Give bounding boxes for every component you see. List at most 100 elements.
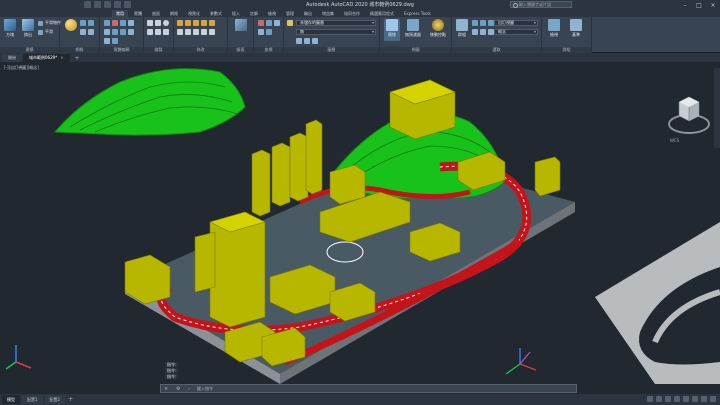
layer-properties-icon[interactable]	[287, 20, 293, 26]
shell-icon[interactable]	[104, 29, 110, 35]
layout-tab[interactable]: 配置2	[44, 395, 66, 404]
pan-icon[interactable]	[480, 29, 486, 35]
fillet-edge-icon[interactable]	[112, 29, 118, 35]
wcs-label[interactable]: WCS	[670, 138, 679, 143]
command-input[interactable]: 鍵入指令	[197, 386, 576, 392]
search-input[interactable]: 輸入關鍵字或片語	[510, 1, 572, 8]
group-button[interactable]: 群組	[454, 19, 470, 38]
rectangle-icon[interactable]	[155, 29, 161, 35]
layer-state-dropdown[interactable]: 未儲存的圖層	[296, 20, 376, 26]
no-filter-button[interactable]: 無過濾器	[402, 19, 424, 38]
wrench-icon[interactable]: ⚙	[176, 386, 182, 392]
minimize-button[interactable]: –	[678, 0, 692, 10]
layer-dropdown[interactable]: 無	[296, 29, 376, 35]
visual-style-icon[interactable]	[472, 20, 478, 26]
ribbon-tab[interactable]: 插入	[228, 10, 244, 17]
smooth-button[interactable]: 平滑	[38, 29, 53, 35]
array-icon[interactable]	[209, 29, 215, 35]
section-plane-button[interactable]	[233, 19, 249, 31]
annotation-scale-icon[interactable]	[692, 396, 698, 402]
move-gizmo-button[interactable]: 移動控點	[426, 19, 450, 38]
mesh-refine-icon[interactable]	[88, 20, 94, 26]
view-dropdown[interactable]: 自訂視圖	[494, 20, 538, 26]
layout-tab[interactable]: 模型	[2, 395, 20, 404]
ucs-world-icon[interactable]	[266, 20, 272, 26]
explode-icon[interactable]	[201, 29, 207, 35]
ribbon-tab[interactable]: 實體	[130, 10, 146, 17]
extract-edges-icon[interactable]	[128, 29, 134, 35]
polyline-icon[interactable]	[155, 20, 161, 26]
ribbon-tab[interactable]: 檢視	[264, 10, 280, 17]
ribbon-tab[interactable]: 輸出	[300, 10, 316, 17]
ribbon-tab[interactable]: 常用	[112, 10, 128, 17]
circle-icon[interactable]	[163, 20, 169, 26]
layer-freeze-icon[interactable]	[304, 38, 310, 44]
command-line[interactable]: × ⚙ › 鍵入指令	[160, 384, 577, 393]
add-layout-icon[interactable]: +	[68, 396, 73, 403]
close-icon[interactable]: ×	[164, 386, 170, 392]
view-button[interactable]: 檢視	[546, 19, 562, 38]
move-icon[interactable]	[177, 20, 183, 26]
scale-icon[interactable]	[209, 20, 215, 26]
ribbon-tab[interactable]: 視覺化	[184, 10, 204, 17]
snap-toggle-icon[interactable]	[656, 396, 662, 402]
ribbon-tab[interactable]: Express Tools	[400, 10, 435, 17]
close-tab-icon[interactable]: ×	[60, 55, 63, 60]
viewport-controls-label[interactable]: [-][自訂視圖][概念]	[4, 65, 39, 71]
ortho-toggle-icon[interactable]	[665, 396, 671, 402]
doc-tab[interactable]: 城市範例0629* ×	[23, 54, 70, 62]
drawing-viewport[interactable]: [-][自訂視圖][概念] WCS 指令: 指令: 指令:	[0, 62, 720, 384]
stretch-icon[interactable]	[177, 29, 183, 35]
orbit-icon[interactable]	[472, 29, 478, 35]
box-button[interactable]: 方塊	[2, 19, 18, 38]
subtract-icon[interactable]	[112, 20, 118, 26]
workspace-icon[interactable]	[701, 396, 707, 402]
navigation-bar[interactable]	[714, 68, 720, 148]
mirror-icon[interactable]	[201, 20, 207, 26]
ribbon-tab[interactable]: 曲面	[148, 10, 164, 17]
visual-style-dropdown[interactable]: 概念	[494, 29, 538, 35]
mesh-split-icon[interactable]	[88, 29, 94, 35]
ribbon-tab[interactable]: 協同合作	[340, 10, 364, 17]
mesh-crease-icon[interactable]	[80, 29, 86, 35]
layer-off-icon[interactable]	[312, 38, 318, 44]
trim-icon[interactable]	[185, 29, 191, 35]
arc-icon[interactable]	[147, 29, 153, 35]
slice-icon[interactable]	[128, 20, 134, 26]
shade-icon[interactable]	[480, 20, 486, 26]
ribbon-tab[interactable]: 網格	[166, 10, 182, 17]
smooth-object-button[interactable]: 平滑物件	[38, 20, 61, 26]
osnap-toggle-icon[interactable]	[683, 396, 689, 402]
maximize-button[interactable]: □	[692, 0, 706, 10]
ucs-view-icon[interactable]	[258, 29, 264, 35]
rotate-icon[interactable]	[185, 20, 191, 26]
mesh-sphere-button[interactable]	[63, 19, 79, 31]
copy-icon[interactable]	[193, 20, 199, 26]
union-icon[interactable]	[104, 20, 110, 26]
ucs-3point-icon[interactable]	[266, 29, 272, 35]
hatch-icon[interactable]	[163, 29, 169, 35]
base-button[interactable]: 基準	[568, 19, 584, 38]
customize-icon[interactable]	[710, 396, 716, 402]
chamfer-edge-icon[interactable]	[120, 29, 126, 35]
ribbon-tab[interactable]: 精選應用程式	[366, 10, 398, 17]
layer-isolate-icon[interactable]	[296, 38, 302, 44]
layout-tab[interactable]: 配置1	[22, 395, 43, 404]
new-tab-icon[interactable]: +	[71, 55, 84, 62]
ribbon-tab[interactable]: 註解	[246, 10, 262, 17]
ribbon-tab[interactable]: 管理	[282, 10, 298, 17]
fillet-icon[interactable]	[193, 29, 199, 35]
polar-toggle-icon[interactable]	[674, 396, 680, 402]
intersect-icon[interactable]	[120, 20, 126, 26]
ribbon-tab[interactable]: 參數式	[206, 10, 226, 17]
doc-tab[interactable]: 開始	[2, 54, 22, 62]
extrude-button[interactable]: 擠出	[20, 19, 36, 38]
mesh-icon[interactable]	[80, 20, 86, 26]
ucs-origin-icon[interactable]	[274, 20, 280, 26]
imprint-icon[interactable]	[104, 38, 110, 44]
close-button[interactable]: ×	[706, 0, 720, 10]
ribbon-tab[interactable]: 增益集	[318, 10, 338, 17]
offset-edges-icon[interactable]	[112, 38, 118, 44]
culling-button[interactable]: 剔除	[384, 19, 400, 41]
line-icon[interactable]	[147, 20, 153, 26]
